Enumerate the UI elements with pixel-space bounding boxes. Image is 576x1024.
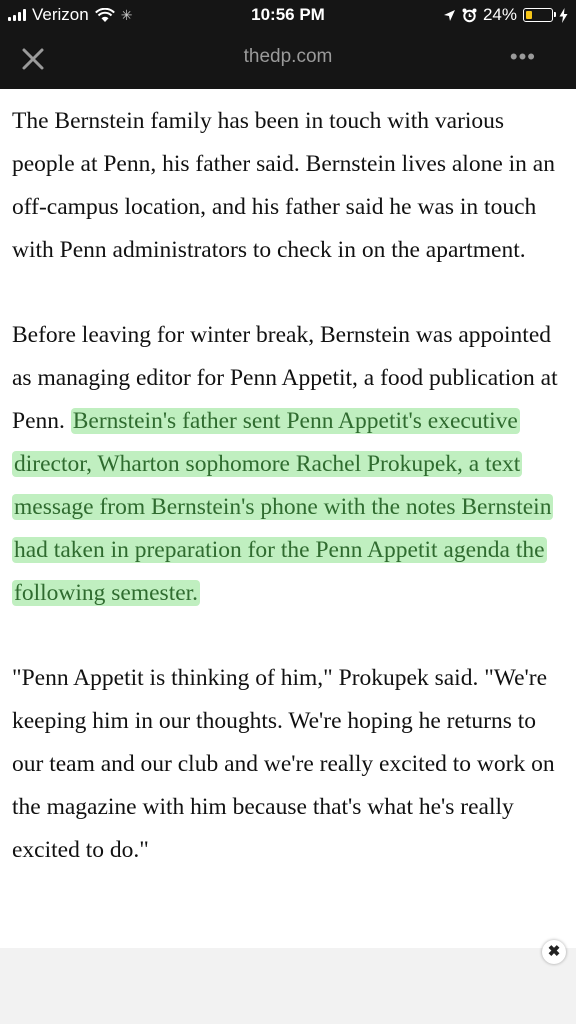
browser-top-bar: Verizon ✳ 10:56 PM 24% thedp.com ••• (0, 0, 576, 89)
charging-bolt-icon (559, 7, 568, 23)
battery-icon (523, 8, 556, 22)
status-right: 24% (443, 5, 568, 25)
ad-banner[interactable] (0, 948, 576, 1024)
article-body: The Bernstein family has been in touch w… (12, 100, 568, 872)
ad-close-button[interactable]: ✖ (542, 940, 566, 964)
browser-nav: thedp.com ••• (0, 36, 576, 80)
article-paragraph-1: The Bernstein family has been in touch w… (12, 108, 555, 263)
article-paragraph-3: "Penn Appetit is thinking of him," Proku… (12, 665, 555, 863)
more-dots-icon[interactable]: ••• (510, 44, 536, 70)
battery-percent: 24% (482, 5, 517, 24)
alarm-clock-icon (462, 8, 477, 22)
article-paragraph-2: Before leaving for winter break, Bernste… (12, 314, 568, 615)
location-arrow-icon (443, 9, 455, 21)
status-bar: Verizon ✳ 10:56 PM 24% (0, 0, 576, 30)
url-display[interactable]: thedp.com (0, 46, 576, 68)
highlighted-text: Bernstein's father sent Penn Appetit's e… (12, 408, 554, 606)
